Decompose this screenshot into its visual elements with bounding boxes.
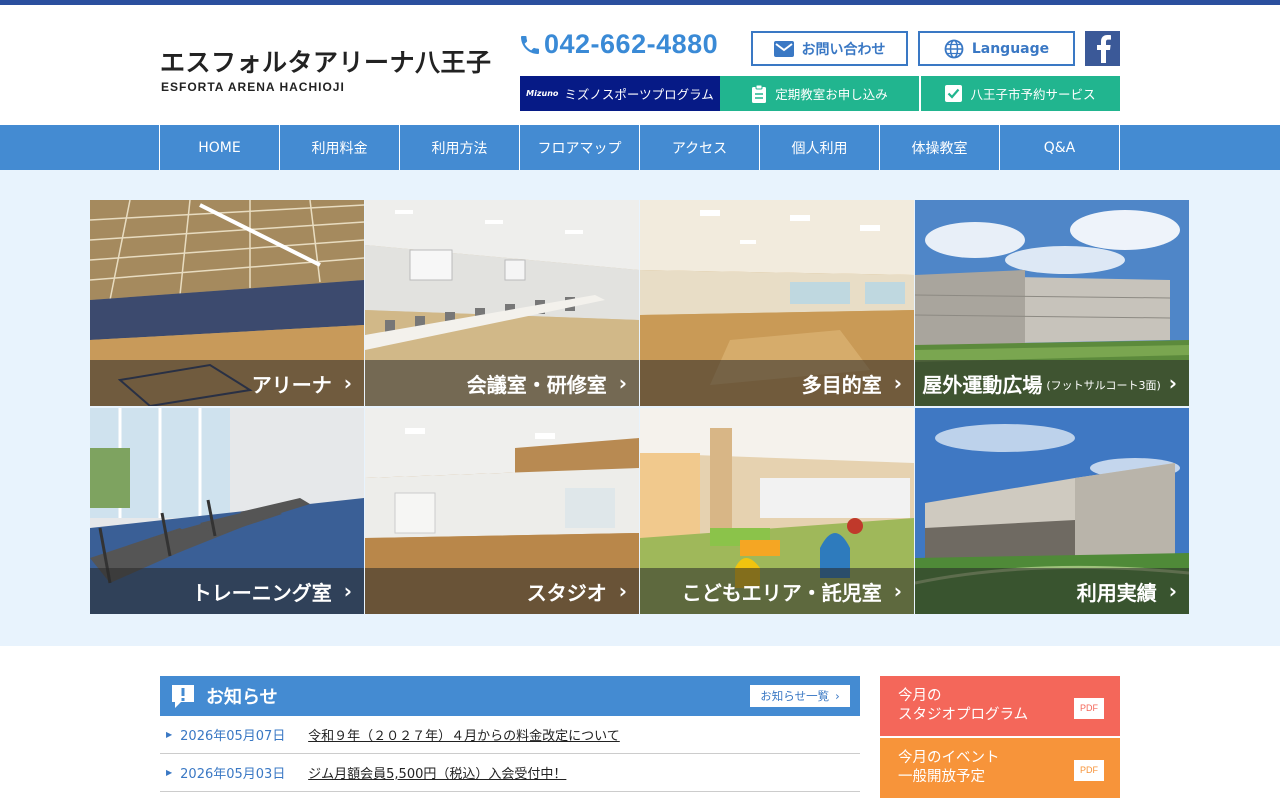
nav-qa[interactable]: Q&A xyxy=(1000,125,1120,170)
checkbox-icon xyxy=(945,85,963,102)
facility-tile-kids-area[interactable]: こどもエリア・託児室 › xyxy=(640,408,914,614)
facility-tile-studio[interactable]: スタジオ › xyxy=(365,408,639,614)
facebook-icon xyxy=(1096,34,1111,63)
pdf-badge: PDF xyxy=(1074,760,1104,781)
contact-label: お問い合わせ xyxy=(801,41,886,58)
facility-caption: トレーニング室 › xyxy=(90,568,364,614)
news-date: 2026年05月07日 xyxy=(180,729,286,744)
chevron-right-icon: › xyxy=(893,371,902,395)
phone-icon xyxy=(521,35,539,54)
facility-tile-training-room[interactable]: トレーニング室 › xyxy=(90,408,364,614)
facebook-button[interactable] xyxy=(1085,31,1120,66)
facility-label: 利用実績 xyxy=(1076,580,1157,605)
chevron-right-icon: › xyxy=(835,689,840,703)
nav-individual-use[interactable]: 個人利用 xyxy=(760,125,880,170)
facility-label: スタジオ xyxy=(526,580,607,605)
nav-floor-map[interactable]: フロアマップ xyxy=(520,125,640,170)
facility-tile-multipurpose-room[interactable]: 多目的室 › xyxy=(640,200,914,406)
facility-caption: スタジオ › xyxy=(365,568,639,614)
chevron-right-icon: › xyxy=(893,579,902,603)
news-item[interactable]: ▶ 2026年05月03日 ジム月額会員5,500円（税込）入会受付中！ xyxy=(160,754,860,792)
nav-how-to-use[interactable]: 利用方法 xyxy=(400,125,520,170)
facility-caption: 多目的室 › xyxy=(640,360,914,406)
site-header: エスフォルタアリーナ八王子 ESFORTA ARENA HACHIOJI 042… xyxy=(160,5,1120,125)
mail-icon xyxy=(773,40,794,57)
globe-icon xyxy=(944,39,964,58)
language-button[interactable]: Language xyxy=(918,31,1075,66)
mizuno-logo-icon: Mizuno xyxy=(526,89,559,98)
facility-label: 会議室・研修室 xyxy=(466,372,607,397)
phone-text: 042-662-4880 xyxy=(544,29,719,59)
chevron-right-icon: › xyxy=(618,371,627,395)
facility-section: アリーナ › 会議室・研修室 › 多目的室 › 屋外運動広場 (フットサルコート… xyxy=(0,170,1280,646)
facility-label: 屋外運動広場 xyxy=(922,372,1043,397)
mizuno-label: ミズノスポーツプログラム xyxy=(564,87,714,102)
content-section: お知らせ お知らせ一覧 › ▶ 2026年05月07日 令和９年（２０２７年）４… xyxy=(160,646,1120,800)
regular-class-label: 定期教室お申し込み xyxy=(775,87,888,102)
news-list-button[interactable]: お知らせ一覧 › xyxy=(750,685,850,707)
facility-caption: 屋外運動広場 (フットサルコート3面) › xyxy=(915,360,1189,406)
facility-tile-arena[interactable]: アリーナ › xyxy=(90,200,364,406)
hachioji-reservation-button[interactable]: 八王子市予約サービス xyxy=(921,76,1120,111)
news-link[interactable]: ジム月額会員5,500円（税込）入会受付中！ xyxy=(308,763,566,782)
facility-caption: アリーナ › xyxy=(90,360,364,406)
regular-class-apply-button[interactable]: 定期教室お申し込み xyxy=(720,76,920,111)
facility-caption: 利用実績 › xyxy=(915,568,1189,614)
reservation-label: 八王子市予約サービス xyxy=(970,87,1096,102)
studio-program-pdf-button[interactable]: 今月の スタジオプログラム PDF xyxy=(880,676,1120,736)
news-title: お知らせ xyxy=(206,687,278,708)
chevron-right-icon: › xyxy=(618,579,627,603)
nav-fees[interactable]: 利用料金 xyxy=(280,125,400,170)
facility-tile-meeting-room[interactable]: 会議室・研修室 › xyxy=(365,200,639,406)
facility-grid: アリーナ › 会議室・研修室 › 多目的室 › 屋外運動広場 (フットサルコート… xyxy=(90,200,1190,614)
site-logo-en[interactable]: ESFORTA ARENA HACHIOJI xyxy=(161,80,345,94)
facility-label: 多目的室 xyxy=(801,372,882,397)
pdf-badge: PDF xyxy=(1074,698,1104,719)
triangle-bullet-icon: ▶ xyxy=(166,730,173,739)
nav-access[interactable]: アクセス xyxy=(640,125,760,170)
chevron-right-icon: › xyxy=(343,579,352,603)
site-logo-jp[interactable]: エスフォルタアリーナ八王子 xyxy=(160,43,492,79)
chevron-right-icon: › xyxy=(1168,579,1177,603)
nav-home[interactable]: HOME xyxy=(160,125,280,170)
language-label: Language xyxy=(971,40,1050,57)
mizuno-sports-program-button[interactable]: Mizuno ミズノスポーツプログラム xyxy=(520,76,720,111)
clipboard-icon xyxy=(752,84,767,103)
global-nav: HOME 利用料金 利用方法 フロアマップ アクセス 個人利用 体操教室 Q&A xyxy=(0,125,1280,170)
facility-caption: こどもエリア・託児室 › xyxy=(640,568,914,614)
news-date: 2026年05月03日 xyxy=(180,767,286,782)
facility-caption: 会議室・研修室 › xyxy=(365,360,639,406)
facility-label: トレーニング室 xyxy=(191,580,332,605)
event-schedule-pdf-button[interactable]: 今月のイベント 一般開放予定 PDF xyxy=(880,738,1120,798)
triangle-bullet-icon: ▶ xyxy=(166,768,173,777)
contact-button[interactable]: お問い合わせ xyxy=(751,31,908,66)
nav-gymnastics-class[interactable]: 体操教室 xyxy=(880,125,1000,170)
facility-tile-outdoor-field[interactable]: 屋外運動広場 (フットサルコート3面) › xyxy=(915,200,1189,406)
chevron-right-icon: › xyxy=(343,371,352,395)
news-panel: お知らせ お知らせ一覧 › ▶ 2026年05月07日 令和９年（２０２７年）４… xyxy=(160,676,860,792)
facility-tile-usage-record[interactable]: 利用実績 › xyxy=(915,408,1189,614)
news-header: お知らせ お知らせ一覧 › xyxy=(160,676,860,716)
news-item[interactable]: ▶ 2026年05月07日 令和９年（２０２７年）４月からの料金改定について xyxy=(160,716,860,754)
chevron-right-icon: › xyxy=(1168,371,1177,395)
news-link[interactable]: 令和９年（２０２７年）４月からの料金改定について xyxy=(308,725,620,744)
notice-icon xyxy=(172,685,194,708)
facility-label: アリーナ xyxy=(251,372,332,397)
facility-label: こどもエリア・託児室 xyxy=(681,580,882,605)
phone-number[interactable]: 042-662-4880 xyxy=(518,29,718,60)
